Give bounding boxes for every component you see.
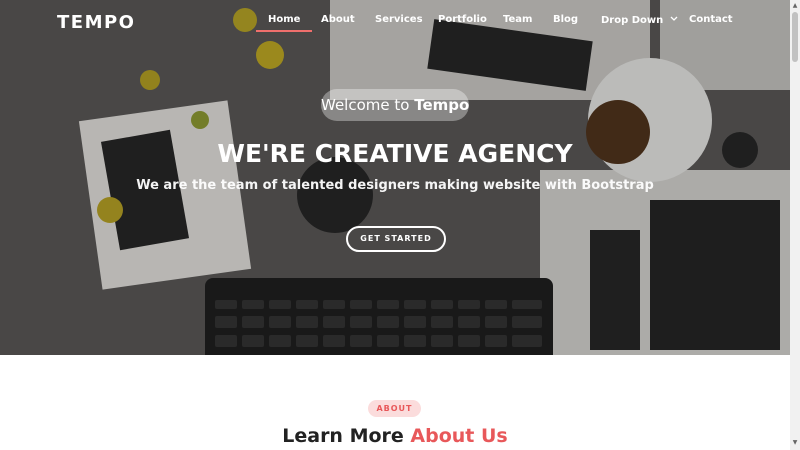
arrow-down-icon[interactable]: ▼: [791, 439, 799, 447]
nav-item-blog[interactable]: Blog: [553, 14, 578, 25]
nav-item-contact[interactable]: Contact: [689, 14, 733, 25]
nav-item-services[interactable]: Services: [375, 14, 423, 25]
hero-section: TEMPO Home About Services Portfolio Team…: [0, 0, 790, 355]
site-logo[interactable]: TEMPO: [57, 12, 135, 33]
nav-item-portfolio[interactable]: Portfolio: [438, 14, 487, 25]
about-badge: ABOUT: [368, 400, 421, 417]
nav-item-team[interactable]: Team: [503, 14, 532, 25]
welcome-prefix: Welcome to: [321, 96, 410, 114]
nav-item-dropdown-label: Drop Down: [601, 15, 664, 26]
page-scrollbar[interactable]: ▲ ▼: [790, 0, 800, 450]
about-title-prefix: Learn More: [282, 425, 404, 447]
chevron-down-icon: [670, 14, 678, 25]
welcome-pill: Welcome to Tempo: [321, 89, 469, 121]
about-title-accent: About Us: [410, 425, 508, 447]
hero-subline: We are the team of talented designers ma…: [136, 178, 654, 193]
hero-headline: WE'RE CREATIVE AGENCY: [217, 139, 573, 168]
about-title: Learn More About Us: [0, 425, 790, 447]
scrollbar-thumb[interactable]: [792, 12, 798, 62]
nav-item-home[interactable]: Home: [255, 14, 314, 32]
nav-item-about[interactable]: About: [321, 14, 355, 25]
nav-item-dropdown[interactable]: Drop Down: [601, 14, 678, 26]
arrow-up-icon[interactable]: ▲: [791, 2, 799, 10]
welcome-brand: Tempo: [414, 96, 470, 114]
get-started-button[interactable]: GET STARTED: [346, 226, 446, 252]
